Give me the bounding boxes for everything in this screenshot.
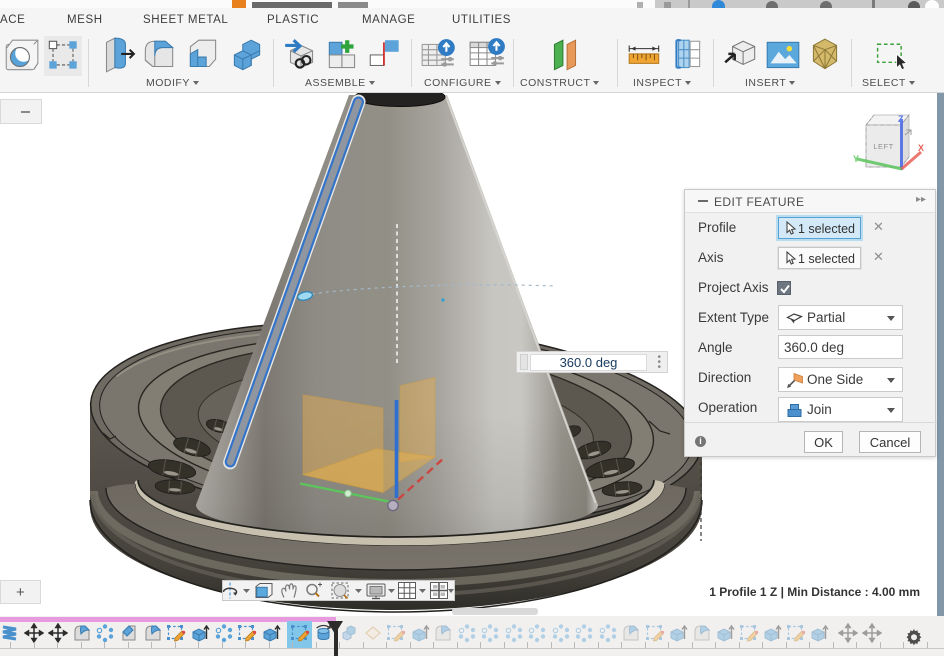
- svg-text:X: X: [918, 143, 924, 153]
- svg-text:Z: Z: [898, 114, 904, 124]
- svg-text:Y: Y: [853, 154, 859, 164]
- svg-text:LEFT: LEFT: [873, 142, 893, 151]
